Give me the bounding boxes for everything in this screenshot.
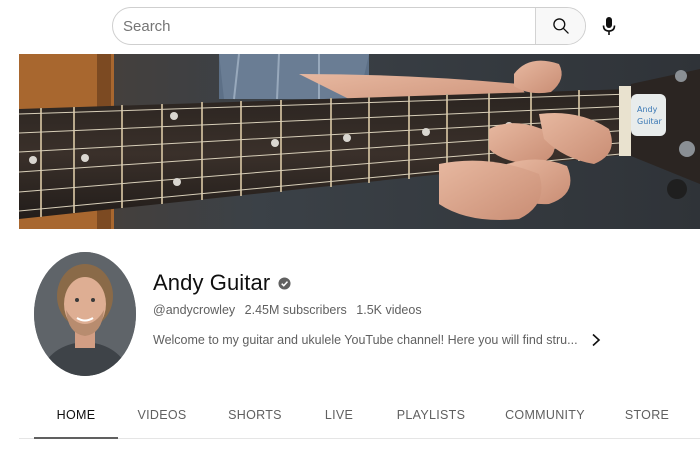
search-button[interactable] bbox=[535, 8, 585, 44]
channel-name: Andy Guitar bbox=[153, 270, 271, 295]
svg-text:Andy: Andy bbox=[637, 105, 658, 114]
tab-live[interactable]: LIVE bbox=[319, 392, 359, 438]
channel-banner: Andy Guitar bbox=[19, 54, 700, 229]
tab-community[interactable]: COMMUNITY bbox=[503, 392, 587, 438]
avatar-photo bbox=[34, 252, 136, 376]
svg-text:Guitar: Guitar bbox=[637, 117, 663, 126]
tab-store[interactable]: STORE bbox=[619, 392, 675, 438]
channel-description-text: Welcome to my guitar and ukulele YouTube… bbox=[153, 333, 578, 347]
video-count: 1.5K videos bbox=[356, 303, 422, 317]
chevron-right-icon bbox=[590, 333, 602, 347]
subscriber-count: 2.45M subscribers bbox=[244, 303, 347, 317]
verified-check-icon bbox=[278, 276, 291, 290]
search-icon bbox=[551, 16, 571, 36]
voice-search-button[interactable] bbox=[592, 8, 626, 44]
tab-videos[interactable]: VIDEOS bbox=[132, 392, 192, 438]
channel-avatar[interactable] bbox=[34, 252, 136, 376]
microphone-icon bbox=[601, 16, 617, 36]
masthead bbox=[0, 0, 700, 54]
channel-handle: @andycrowley bbox=[153, 303, 236, 317]
search-input[interactable] bbox=[123, 14, 533, 38]
channel-meta: @andycrowley 2.45M subscribers 1.5K vide… bbox=[153, 303, 422, 317]
active-tab-indicator bbox=[34, 437, 118, 439]
tab-shorts[interactable]: SHORTS bbox=[224, 392, 286, 438]
channel-title-row: Andy Guitar bbox=[153, 270, 291, 296]
channel-tabs: HOME VIDEOS SHORTS LIVE PLAYLISTS COMMUN… bbox=[19, 392, 700, 439]
banner-image: Andy Guitar bbox=[19, 54, 700, 229]
tab-home[interactable]: HOME bbox=[34, 392, 118, 438]
channel-description[interactable]: Welcome to my guitar and ukulele YouTube… bbox=[153, 333, 602, 347]
tab-playlists[interactable]: PLAYLISTS bbox=[393, 392, 469, 438]
search-box bbox=[112, 7, 586, 45]
